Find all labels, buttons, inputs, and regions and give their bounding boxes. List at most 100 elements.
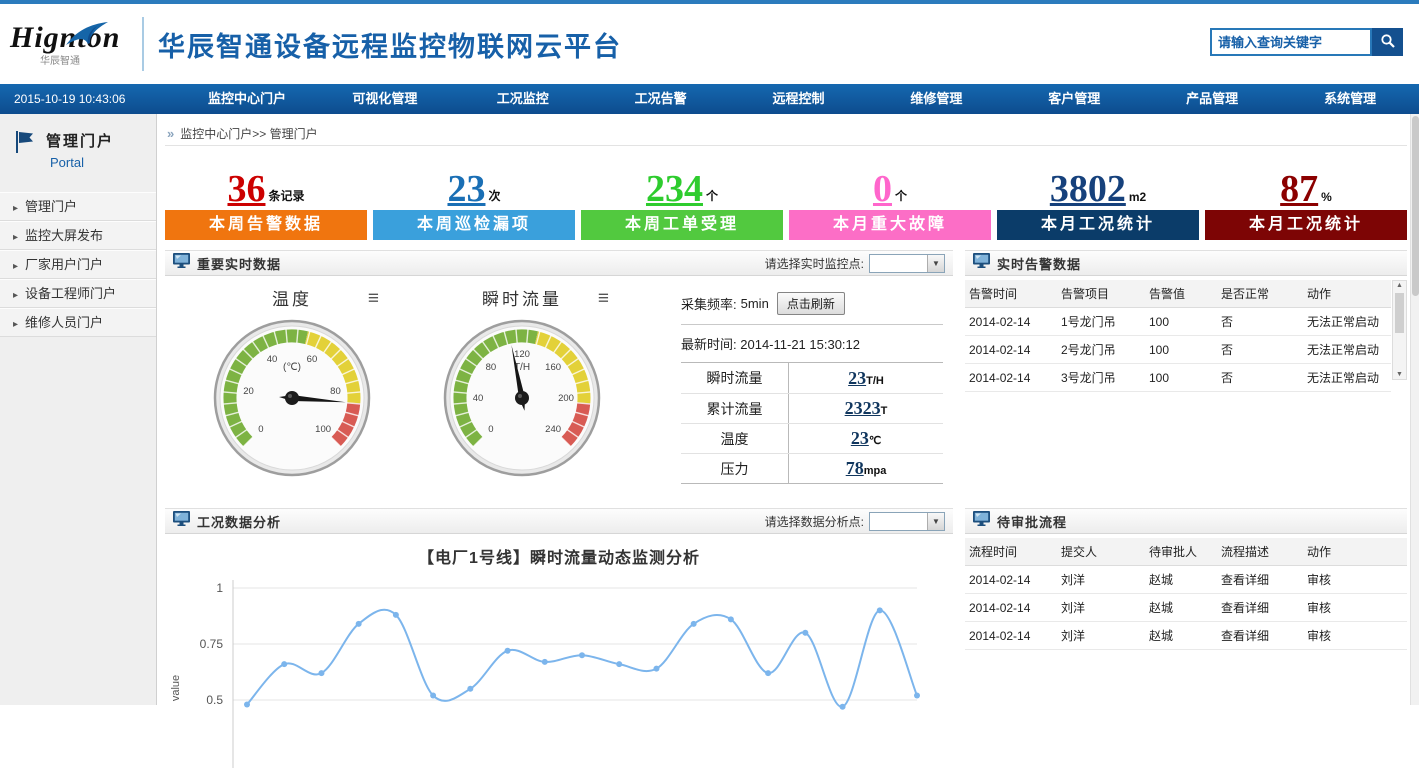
table-cell: 3号龙门吊 (1057, 364, 1145, 392)
chart-menu-icon[interactable]: ≡ (368, 288, 379, 310)
sidebar-item-label: 监控大屏发布 (25, 228, 103, 243)
search-input[interactable] (1210, 28, 1372, 56)
realtime-section-header: 重要实时数据 请选择实时监控点: ▼ (165, 250, 953, 276)
reading-unit: ℃ (869, 435, 881, 447)
table-row[interactable]: 2014-02-143号龙门吊100否无法正常启动 (965, 364, 1391, 392)
table-cell: 刘洋 (1057, 622, 1145, 650)
column-header: 告警时间 (965, 280, 1057, 308)
svg-text:60: 60 (307, 354, 318, 365)
approvals-section-title: 待审批流程 (997, 512, 1067, 531)
svg-text:40: 40 (267, 354, 278, 365)
sidebar-item-1[interactable]: ▸管理门户 (0, 192, 156, 221)
breadcrumb-icon: » (167, 126, 174, 141)
table-cell: 2014-02-14 (965, 364, 1057, 392)
stat-unit: 条记录 (268, 187, 304, 206)
table-row[interactable]: 2014-02-142号龙门吊100否无法正常启动 (965, 336, 1391, 364)
logo[interactable]: Hignton 华辰智通 (0, 21, 138, 67)
reading-number: 23 (851, 428, 869, 448)
nav-item-8[interactable]: 产品管理 (1143, 84, 1281, 114)
nav-item-9[interactable]: 系统管理 (1281, 84, 1419, 114)
table-cell: 审核 (1303, 622, 1407, 650)
stat-card-5[interactable]: 3802m2本月工况统计 (997, 154, 1199, 240)
search-button[interactable] (1372, 28, 1403, 56)
latest-time-label: 最新时间: (681, 337, 737, 352)
svg-text:120: 120 (514, 349, 530, 360)
alarms-section-title: 实时告警数据 (997, 254, 1081, 273)
realtime-section-title: 重要实时数据 (197, 254, 281, 273)
svg-text:240: 240 (545, 424, 561, 435)
scrollbar-thumb[interactable] (1395, 293, 1404, 333)
sidebar-item-4[interactable]: ▸设备工程师门户 (0, 279, 156, 308)
table-cell: 2014-02-14 (965, 566, 1057, 594)
sidebar-item-2[interactable]: ▸监控大屏发布 (0, 221, 156, 250)
column-header: 动作 (1303, 538, 1407, 566)
frequency-label: 采集频率: (681, 294, 737, 313)
sidebar: 管理门户 Portal ▸管理门户▸监控大屏发布▸厂家用户门户▸设备工程师门户▸… (0, 114, 157, 705)
column-header: 提交人 (1057, 538, 1145, 566)
refresh-button[interactable]: 点击刷新 (777, 292, 845, 315)
stat-card-1[interactable]: 36条记录本周告警数据 (165, 154, 367, 240)
flag-icon (14, 130, 36, 159)
portal-subtitle: Portal (46, 155, 114, 170)
table-row[interactable]: 2014-02-14刘洋赵城查看详细审核 (965, 594, 1407, 622)
reading-unit: T (881, 405, 888, 417)
reading-unit: T/H (866, 375, 884, 387)
nav-item-5[interactable]: 远程控制 (730, 84, 868, 114)
table-header-row: 流程时间提交人待审批人流程描述动作 (965, 538, 1407, 566)
table-row[interactable]: 2014-02-14刘洋赵城查看详细审核 (965, 566, 1407, 594)
svg-text:0: 0 (488, 424, 493, 435)
realtime-panel: 温度 ≡ 020406080100(℃) 瞬时流量 ≡ 040801201602… (165, 276, 953, 508)
sidebar-item-label: 管理门户 (25, 199, 77, 214)
sidebar-item-5[interactable]: ▸维修人员门户 (0, 308, 156, 337)
table-cell: 刘洋 (1057, 594, 1145, 622)
page-scrollbar-thumb[interactable] (1412, 116, 1419, 296)
table-cell: 赵城 (1145, 566, 1217, 594)
reading-row-3: 温度23℃ (681, 423, 943, 453)
table-row[interactable]: 2014-02-141号龙门吊100否无法正常启动 (965, 308, 1391, 336)
analysis-section-header: 工况数据分析 请选择数据分析点: ▼ (165, 508, 953, 534)
stat-value-area: 234个 (581, 154, 783, 210)
stat-label: 本月重大故障 (789, 210, 991, 240)
scroll-down-icon[interactable]: ▼ (1393, 371, 1406, 378)
nav-item-1[interactable]: 监控中心门户 (178, 84, 316, 114)
analysis-point-select[interactable]: ▼ (869, 512, 945, 531)
svg-text:200: 200 (558, 393, 574, 404)
reading-value: 78mpa (789, 458, 943, 479)
table-scrollbar[interactable]: ▲ ▼ (1392, 280, 1407, 380)
stat-value-area: 0个 (789, 154, 991, 210)
approvals-section-header: 待审批流程 (965, 508, 1407, 534)
stat-card-2[interactable]: 23次本周巡检漏项 (373, 154, 575, 240)
table-cell: 2014-02-14 (965, 622, 1057, 650)
breadcrumb-text: 监控中心门户>> 管理门户 (180, 125, 317, 142)
sidebar-item-3[interactable]: ▸厂家用户门户 (0, 250, 156, 279)
stat-value-area: 36条记录 (165, 154, 367, 210)
nav-item-3[interactable]: 工况监控 (454, 84, 592, 114)
table-header-row: 告警时间告警项目告警值是否正常动作 (965, 280, 1391, 308)
stat-card-6[interactable]: 87%本月工况统计 (1205, 154, 1407, 240)
bird-logo-icon (64, 21, 110, 52)
sidebar-menu: ▸管理门户▸监控大屏发布▸厂家用户门户▸设备工程师门户▸维修人员门户 (0, 192, 156, 337)
monitor-point-select[interactable]: ▼ (869, 254, 945, 273)
search-icon (1380, 33, 1396, 52)
sidebar-item-label: 设备工程师门户 (25, 286, 116, 301)
reading-label: 累计流量 (681, 394, 789, 423)
stat-card-3[interactable]: 234个本周工单受理 (581, 154, 783, 240)
column-header: 动作 (1303, 280, 1391, 308)
nav-timestamp: 2015-10-19 10:43:06 (0, 92, 178, 106)
nav-item-6[interactable]: 维修管理 (867, 84, 1005, 114)
divider (681, 324, 943, 325)
stat-card-4[interactable]: 0个本月重大故障 (789, 154, 991, 240)
chart-menu-icon[interactable]: ≡ (598, 288, 609, 310)
nav-item-2[interactable]: 可视化管理 (316, 84, 454, 114)
scroll-up-icon[interactable]: ▲ (1393, 282, 1406, 289)
table-row[interactable]: 2014-02-14刘洋赵城查看详细审核 (965, 622, 1407, 650)
nav-item-7[interactable]: 客户管理 (1005, 84, 1143, 114)
reading-row-2: 累计流量2323T (681, 393, 943, 423)
realtime-readings-panel: 采集频率: 5min 点击刷新 最新时间: 2014-11-21 15:30:1… (681, 292, 943, 484)
reading-label: 瞬时流量 (681, 363, 789, 393)
stat-value: 0 (873, 172, 892, 206)
stat-value-area: 3802m2 (997, 154, 1199, 210)
nav-item-4[interactable]: 工况告警 (592, 84, 730, 114)
page-scrollbar[interactable] (1410, 114, 1419, 705)
reading-value: 2323T (789, 398, 943, 419)
